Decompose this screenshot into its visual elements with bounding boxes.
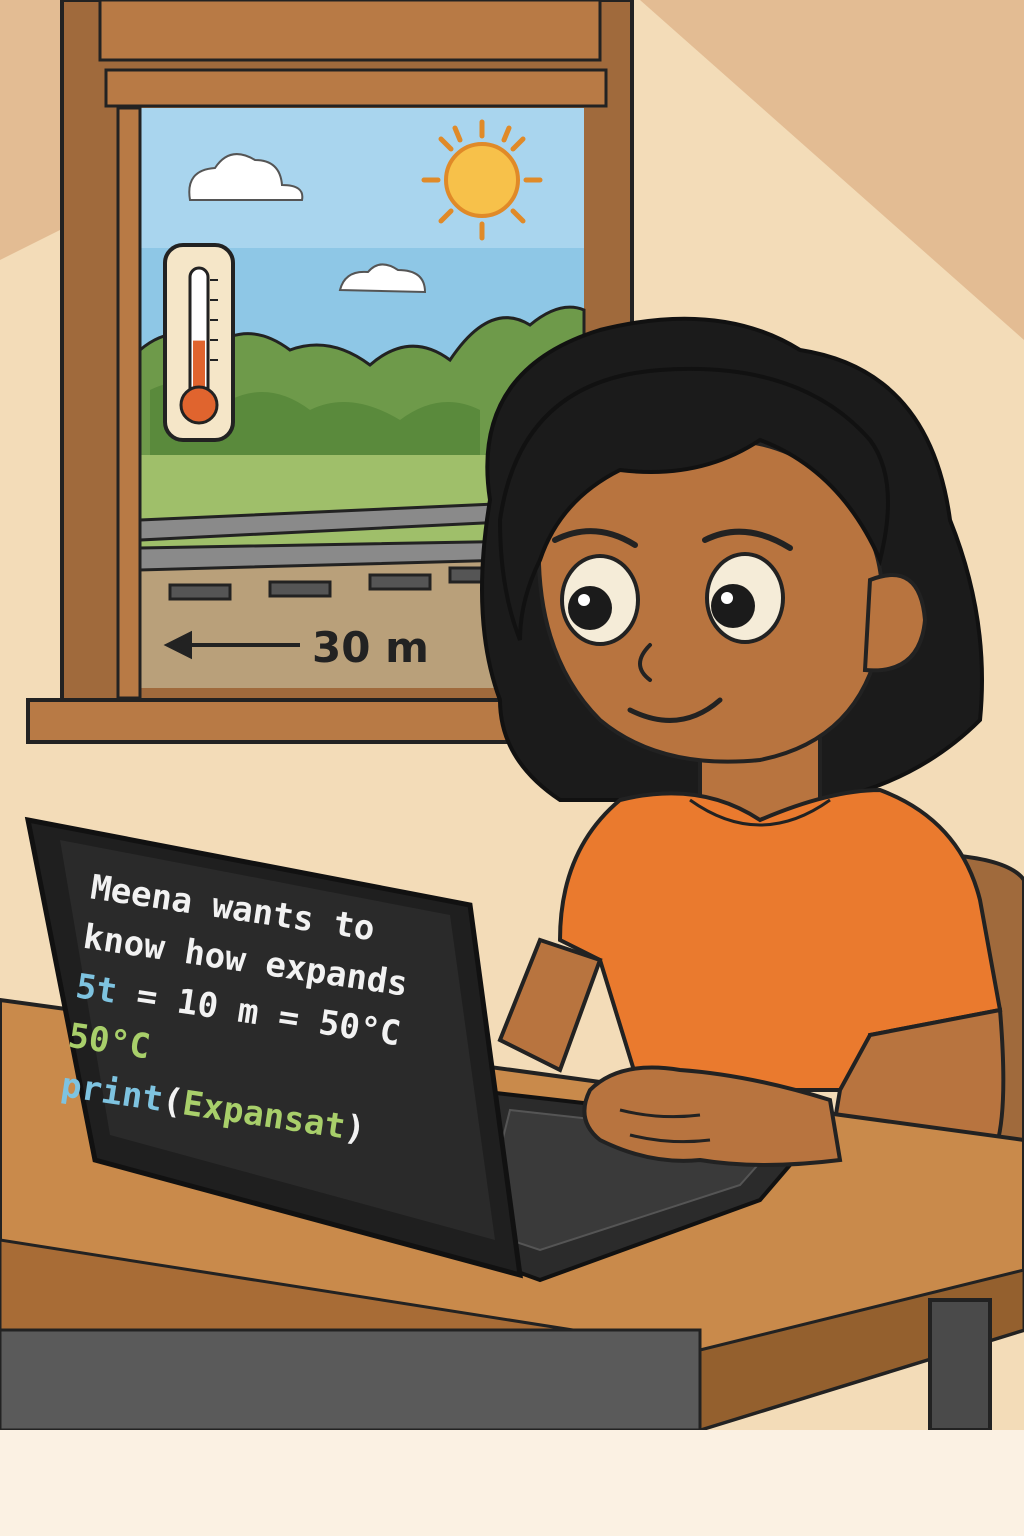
distance-label: 30 m [312,623,429,672]
illustration-scene: 30 m Meena wants to know how expands 5t … [0,0,1024,1536]
thermometer-icon [163,243,235,442]
code-variable: 5t [73,966,119,1012]
wall-shadow-left [0,0,60,260]
screen-code: Meena wants to know how expands 5t = 10 … [58,867,410,1150]
bottom-band [0,1430,1024,1536]
desk-leg [928,1298,992,1432]
